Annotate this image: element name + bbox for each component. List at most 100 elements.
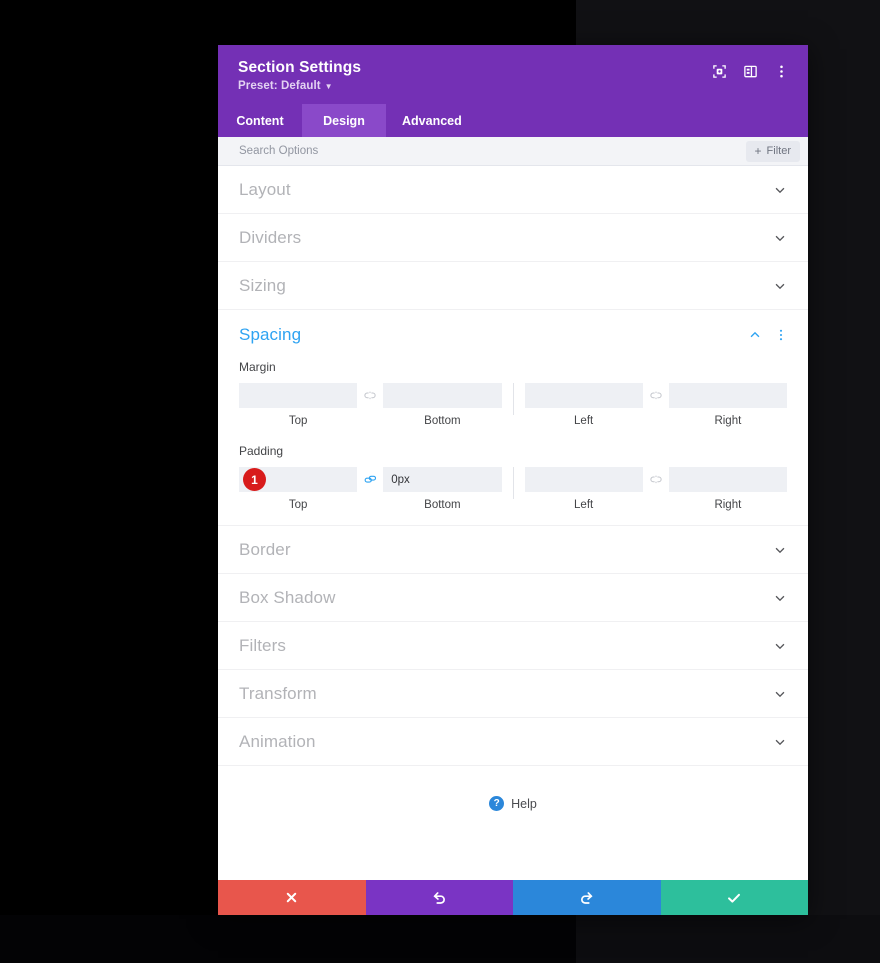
filter-button-label: Filter <box>766 145 791 157</box>
section-layout[interactable]: Layout <box>218 166 808 214</box>
margin-bottom-input[interactable] <box>383 383 502 408</box>
modal-footer <box>218 880 808 915</box>
margin-left-caption: Left <box>574 415 594 427</box>
margin-top-bottom-captions: Top Bottom <box>239 408 502 427</box>
section-box-shadow[interactable]: Box Shadow <box>218 574 808 622</box>
section-dividers[interactable]: Dividers <box>218 214 808 262</box>
margin-left-right-pair: Left Right <box>524 383 788 427</box>
chevron-down-icon <box>773 279 787 293</box>
more-vertical-icon[interactable] <box>773 63 790 80</box>
preset-selector[interactable]: Preset: Default ▼ <box>238 80 361 92</box>
tab-advanced[interactable]: Advanced <box>386 104 478 137</box>
section-filters[interactable]: Filters <box>218 622 808 670</box>
page-title: Section Settings <box>238 59 362 76</box>
section-spacing-header[interactable]: Spacing <box>218 310 808 360</box>
section-settings-modal: Section Settings Preset: Default ▼ Conte… <box>218 45 808 915</box>
layout-panel-icon[interactable] <box>742 63 759 80</box>
margin-label: Margin <box>239 360 276 374</box>
padding-left-input[interactable] <box>524 467 643 492</box>
margin-left-right-captions: Left Right <box>525 408 788 427</box>
backdrop-bottom-right-band <box>576 915 880 963</box>
padding-right-caption: Right <box>714 499 742 511</box>
section-transform[interactable]: Transform <box>218 670 808 718</box>
tab-content[interactable]: Content <box>218 104 302 137</box>
padding-bottom-caption: Bottom <box>424 499 461 511</box>
padding-top-caption: Top <box>288 499 308 511</box>
settings-list: Layout Dividers Sizing Spacing Margin To… <box>218 166 808 880</box>
search-input[interactable] <box>239 137 746 165</box>
link-connected-icon[interactable] <box>357 467 383 492</box>
preset-label: Preset: Default <box>238 80 321 92</box>
link-broken-icon[interactable] <box>357 383 383 408</box>
padding-top-bottom-captions: Top Bottom <box>239 492 502 511</box>
padding-top-bottom-inputs <box>239 467 502 492</box>
section-animation-label: Animation <box>239 731 316 751</box>
section-animation[interactable]: Animation <box>218 718 808 766</box>
margin-top-bottom-pair: Top Bottom <box>239 383 502 427</box>
margin-top-input[interactable] <box>239 383 358 408</box>
section-border[interactable]: Border <box>218 526 808 574</box>
chevron-down-icon: ▼ <box>324 82 333 91</box>
section-spacing: Spacing Margin Top Bottom Left Right Pad… <box>218 310 808 526</box>
chevron-down-icon <box>773 183 787 197</box>
section-transform-label: Transform <box>239 683 317 703</box>
chevron-down-icon <box>773 735 787 749</box>
modal-header: Section Settings Preset: Default ▼ <box>218 45 808 104</box>
undo-icon <box>431 889 448 906</box>
section-layout-label: Layout <box>239 179 291 199</box>
section-filters-label: Filters <box>239 635 286 655</box>
margin-left-right-inputs <box>524 383 787 408</box>
padding-bottom-input[interactable] <box>383 467 502 492</box>
tab-bar: Content Design Advanced <box>218 104 808 137</box>
padding-row: 1 T <box>239 467 787 511</box>
focus-target-icon[interactable] <box>711 63 728 80</box>
margin-left-input[interactable] <box>524 383 643 408</box>
margin-row: Top Bottom Left Right <box>239 383 787 427</box>
section-border-label: Border <box>239 539 291 559</box>
filter-button[interactable]: + Filter <box>745 140 800 162</box>
padding-top-bottom-pair: Top Bottom <box>239 467 502 511</box>
margin-top-bottom-inputs <box>239 383 502 408</box>
chevron-down-icon <box>773 231 787 245</box>
margin-bottom-caption: Bottom <box>424 415 461 427</box>
padding-left-caption: Left <box>574 499 594 511</box>
more-vertical-icon[interactable] <box>774 328 788 342</box>
chevron-down-icon <box>773 543 787 557</box>
field-divider <box>512 383 514 415</box>
search-bar: + Filter <box>218 137 808 166</box>
section-box-shadow-label: Box Shadow <box>239 587 336 607</box>
margin-right-caption: Right <box>714 415 742 427</box>
modal-header-actions <box>711 59 790 80</box>
redo-icon <box>578 889 595 906</box>
padding-group: Padding 1 0px 0px Top Bottom Left Right <box>218 444 808 511</box>
chevron-up-icon[interactable] <box>748 328 762 342</box>
link-broken-icon[interactable] <box>643 383 669 408</box>
link-broken-icon[interactable] <box>643 467 669 492</box>
redo-button[interactable] <box>513 880 661 915</box>
help-link[interactable]: ? Help <box>218 766 808 811</box>
padding-left-right-captions: Left Right <box>525 492 788 511</box>
section-sizing[interactable]: Sizing <box>218 262 808 310</box>
close-button[interactable] <box>218 880 366 915</box>
tab-design[interactable]: Design <box>302 104 386 137</box>
margin-right-input[interactable] <box>668 383 787 408</box>
padding-left-right-pair: Left Right <box>524 467 788 511</box>
close-icon <box>284 890 299 905</box>
help-label: Help <box>511 796 537 811</box>
section-sizing-label: Sizing <box>239 275 286 295</box>
status-badge: 1 <box>243 468 266 491</box>
field-divider <box>512 467 514 499</box>
margin-top-caption: Top <box>288 415 308 427</box>
check-icon <box>726 890 742 906</box>
chevron-down-icon <box>773 687 787 701</box>
chevron-down-icon <box>773 591 787 605</box>
undo-button[interactable] <box>365 880 513 915</box>
margin-group: Margin Top Bottom Left Right <box>218 360 808 427</box>
save-button[interactable] <box>660 880 808 915</box>
plus-icon: + <box>754 144 762 158</box>
padding-right-input[interactable] <box>668 467 787 492</box>
